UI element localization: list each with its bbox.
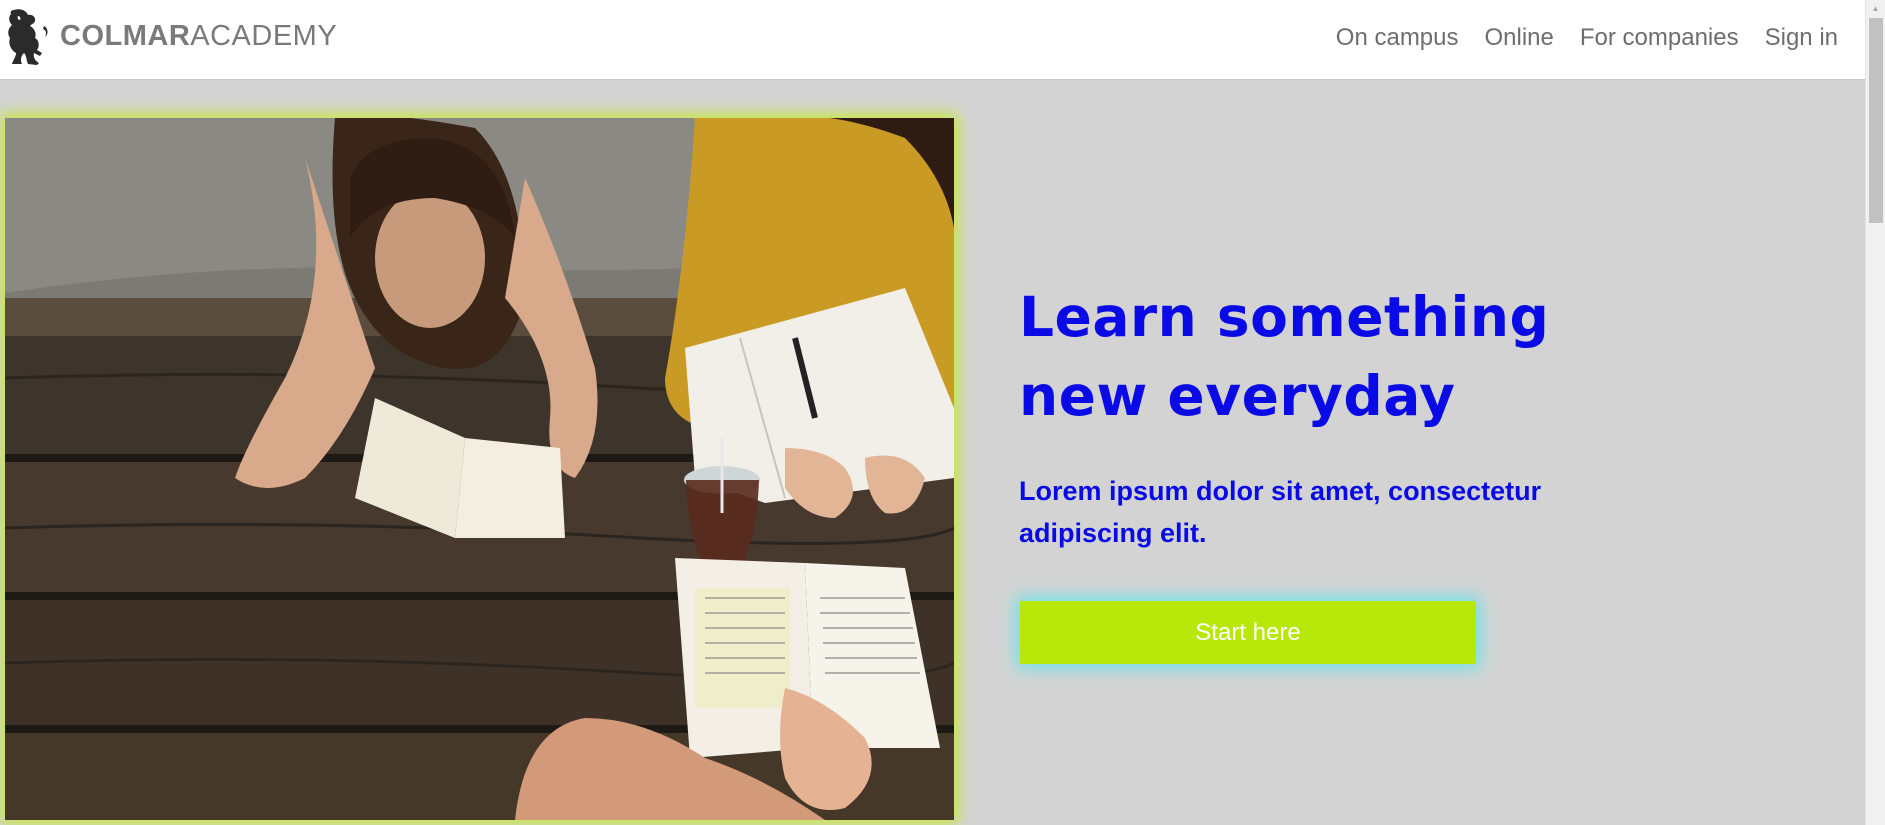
scrollbar-thumb[interactable] — [1869, 18, 1883, 223]
nav-link-on-campus[interactable]: On campus — [1336, 24, 1459, 52]
nav-link-for-companies[interactable]: For companies — [1580, 24, 1739, 52]
hero-subtext-line-2: adipiscing elit. — [1019, 518, 1207, 548]
main-nav: On campus Online For companies Sign in — [1310, 0, 1838, 76]
hero-headline: Learn something new everyday — [1019, 278, 1639, 436]
hero-headline-line-1: Learn something — [1019, 285, 1550, 349]
hero-image — [5, 118, 954, 820]
hero-photo-illustration — [5, 118, 954, 820]
nav-link-online[interactable]: Online — [1485, 24, 1554, 52]
hero-headline-line-2: new everyday — [1019, 364, 1456, 428]
scroll-up-arrow-icon[interactable]: ▲ — [1866, 0, 1885, 17]
logo-text-bold: COLMAR — [60, 19, 191, 52]
page: COLMARACADEMY On campus Online For compa… — [0, 0, 1885, 825]
logo-wordmark: COLMARACADEMY — [60, 19, 338, 52]
hero-subtext-line-1: Lorem ipsum dolor sit amet, consectetur — [1019, 476, 1542, 506]
nav-link-sign-in[interactable]: Sign in — [1765, 24, 1838, 52]
vertical-scrollbar[interactable]: ▲ — [1865, 0, 1885, 825]
hero-subtext: Lorem ipsum dolor sit amet, consectetur … — [1019, 470, 1639, 554]
logo[interactable]: COLMARACADEMY — [4, 6, 337, 66]
start-here-button[interactable]: Start here — [1020, 601, 1476, 664]
site-header: COLMARACADEMY On campus Online For compa… — [0, 0, 1865, 80]
logo-text-light: ACADEMY — [190, 19, 338, 52]
lion-rampant-icon — [8, 9, 48, 65]
